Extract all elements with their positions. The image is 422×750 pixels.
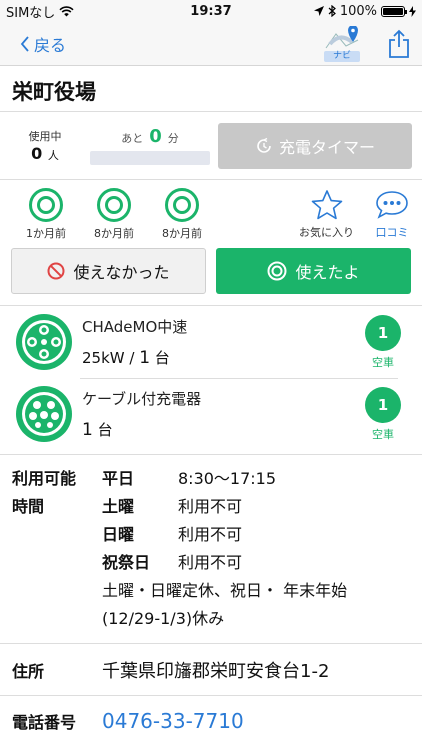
hours-label-line2: 時間 [12,497,45,516]
connector-name: CHAdeMO中速 [82,318,188,336]
available-label: 空車 [372,427,394,441]
back-button[interactable]: 戻る [20,32,66,56]
connector-count: 1 [82,420,93,440]
connector-count-unit: 台 [150,349,170,367]
usage-row: 使用中 0 人 あと 0 分 充電タイマー [0,112,422,180]
available-count: 1 [365,314,401,351]
in-use-unit: 人 [47,149,59,162]
battery-icon [381,5,407,17]
charge-timer-button[interactable]: 充電タイマー [218,122,412,169]
hours-row: 日曜 利用不可 [102,521,410,549]
reviews-label: 口コミ [375,225,409,239]
hours-row: 祝祭日 利用不可 [102,549,410,577]
chademo-connector-icon [16,314,72,370]
reviews-button[interactable]: 口コミ [374,189,410,240]
connector-item: CHAdeMO中速 25kW / 1 台 1 空車 [0,306,422,378]
hours-day: 土曜 [102,497,135,516]
usable-report-icon [97,187,131,222]
report-history-item[interactable]: 8か月前 [148,187,216,241]
charging-icon [409,5,416,17]
wifi-icon [59,5,74,16]
bluetooth-icon [328,5,336,17]
connector-count: 1 [139,348,151,368]
remain-value: 0 [149,126,162,147]
hours-time: 利用不可 [178,497,243,516]
report-date: 1か月前 [26,226,66,240]
hours-day: 祝祭日 [102,553,151,572]
favorite-label: お気に入り [299,225,354,239]
battery-percent: 100% [339,3,377,19]
could-not-use-label: 使えなかった [73,263,170,282]
address-label: 住所 [12,661,45,681]
status-bar: SIMなし 19:37 100% [0,0,422,22]
speech-bubble-icon [376,190,408,219]
connector-power: 25kW / [82,349,140,367]
map-pin-icon [325,25,359,48]
carrier-label: SIMなし [6,5,56,21]
timer-icon [257,137,271,153]
report-history-item[interactable]: 8か月前 [80,187,148,241]
connector-name: ケーブル付充電器 [82,390,202,408]
in-use-count: 使用中 0 人 [10,128,80,163]
navigation-bar: 戻る ナビ [0,22,422,66]
in-use-caption: 使用中 [28,130,62,143]
chevron-left-icon [20,35,29,52]
remaining-time: あと 0 分 [90,126,210,165]
hours-day: 平日 [102,469,135,488]
availability-badge: 1 空車 [360,386,406,442]
hours-time: 8:30〜17:15 [178,469,277,488]
hours-day: 日曜 [102,525,135,544]
usable-report-icon [29,187,63,222]
back-label: 戻る [34,35,67,55]
usable-report-icon [165,187,199,222]
hours-label-line1: 利用可能 [12,469,77,488]
phone-link[interactable]: 0476-33-7710 [102,709,244,733]
remaining-progress-bar [90,151,210,165]
address-value: 千葉県印旛郡栄町安食台1-2 [102,660,330,682]
navi-label: ナビ [324,50,360,62]
hours-row: 平日 8:30〜17:15 [102,465,410,493]
report-history-item[interactable]: 1か月前 [12,187,80,241]
address-row: 住所 千葉県印旛郡栄町安食台1-2 [0,644,422,696]
in-use-number: 0 [31,144,43,163]
prohibited-icon [47,262,65,280]
remain-prefix: あと [121,132,144,145]
reports-row: 1か月前 8か月前 8か月前 お気に入り 口コミ [0,180,422,248]
report-date: 8か月前 [94,226,134,240]
phone-row: 電話番号 0476-33-7710 [0,696,422,746]
action-buttons: 使えなかった 使えたよ [0,248,422,306]
availability-badge: 1 空車 [360,314,406,370]
remain-unit: 分 [167,132,179,145]
connector-list: CHAdeMO中速 25kW / 1 台 1 空車 ケーブル付充電器 1 台 1… [0,306,422,455]
could-not-use-button[interactable]: 使えなかった [11,248,206,294]
favorite-button[interactable]: お気に入り [299,189,354,240]
business-hours: 利用可能 時間 平日 8:30〜17:15 土曜 利用不可 日曜 利用不可 祝祭… [0,455,422,644]
could-use-label: 使えたよ [295,263,360,282]
hours-time: 利用不可 [178,525,243,544]
hours-row: 土曜 利用不可 [102,493,410,521]
hours-note-line2: (12/29-1/3)休み [102,609,225,628]
share-icon[interactable] [388,29,410,59]
phone-label: 電話番号 [12,713,77,732]
star-icon [311,189,342,219]
cable-charger-icon [16,386,72,442]
location-arrow-icon [313,6,324,16]
available-label: 空車 [372,355,394,369]
connector-count-unit: 台 [92,421,113,439]
report-date: 8か月前 [162,226,202,240]
available-count: 1 [365,386,401,423]
hours-table: 平日 8:30〜17:15 土曜 利用不可 日曜 利用不可 祝祭日 利用不可 土… [102,465,410,633]
hours-label: 利用可能 時間 [12,465,102,633]
could-use-button[interactable]: 使えたよ [216,248,411,294]
charge-timer-label: 充電タイマー [278,137,375,157]
page-title: 栄町役場 [0,66,422,112]
hours-time: 利用不可 [178,553,243,572]
connector-item: ケーブル付充電器 1 台 1 空車 [0,378,422,450]
hours-note-line1: 土曜・日曜定休、祝日・ 年末年始 [102,581,348,600]
navi-button[interactable]: ナビ [322,25,362,62]
double-circle-icon [267,261,287,281]
